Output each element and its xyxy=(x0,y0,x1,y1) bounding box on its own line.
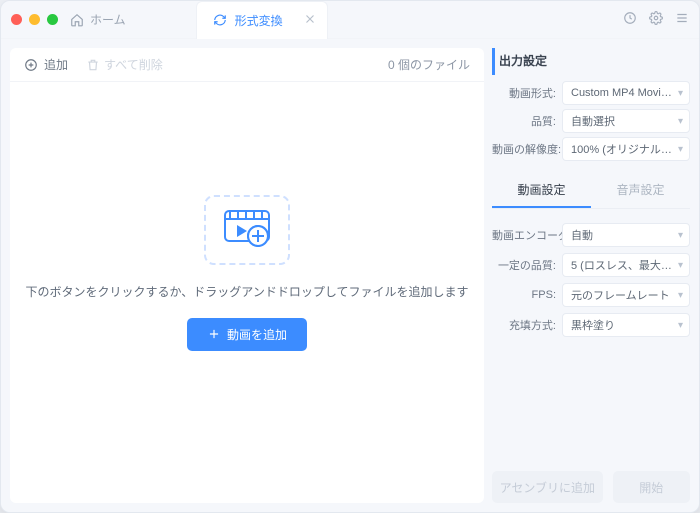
plus-icon xyxy=(207,327,221,341)
add-file-button[interactable]: 追加 xyxy=(24,56,68,73)
window-controls xyxy=(11,14,58,25)
chevron-down-icon: ▾ xyxy=(678,230,683,241)
delete-all-label: すべて削除 xyxy=(104,56,163,73)
subtab-video[interactable]: 動画設定 xyxy=(492,181,591,208)
maximize-window-button[interactable] xyxy=(47,14,58,25)
menu-button[interactable] xyxy=(675,11,689,28)
tab-format-convert[interactable]: 形式変換 xyxy=(196,1,328,39)
video-settings-group: 動画エンコーダ: 自動 ▾ 一定の品質: 5 (ロスレス、最大サ... ▾ FP… xyxy=(492,221,690,339)
plus-circle-icon xyxy=(24,58,38,72)
output-settings-title: 出力設定 xyxy=(492,48,690,75)
add-video-label: 動画を追加 xyxy=(227,326,287,343)
const-quality-label: 一定の品質: xyxy=(492,257,562,273)
settings-button[interactable] xyxy=(649,11,663,28)
fps-label: FPS: xyxy=(492,289,562,301)
resolution-label: 動画の解像度: xyxy=(492,141,562,157)
encoder-select[interactable]: 自動 ▾ xyxy=(562,223,690,247)
titlebar: ホーム 形式変換 xyxy=(1,1,699,39)
encoder-value: 自動 xyxy=(571,227,593,243)
tabbar: 形式変換 xyxy=(196,1,623,39)
encoder-label: 動画エンコーダ: xyxy=(492,227,562,243)
start-button[interactable]: 開始 xyxy=(613,471,690,503)
video-format-label: 動画形式: xyxy=(492,85,562,101)
refresh-icon xyxy=(213,13,227,27)
chevron-down-icon: ▾ xyxy=(678,320,683,331)
home-link[interactable]: ホーム xyxy=(70,11,126,28)
row-encoder: 動画エンコーダ: 自動 ▾ xyxy=(492,221,690,249)
dropzone[interactable]: 下のボタンをクリックするか、ドラッグアンドドロップしてファイルを追加します 動画… xyxy=(10,82,484,503)
chevron-down-icon: ▾ xyxy=(678,260,683,271)
trash-icon xyxy=(86,58,100,72)
chevron-down-icon: ▾ xyxy=(678,88,683,99)
close-window-button[interactable] xyxy=(11,14,22,25)
quality-label: 品質: xyxy=(492,113,562,129)
gear-icon xyxy=(649,11,663,25)
chevron-down-icon: ▾ xyxy=(678,290,683,301)
row-video-format: 動画形式: Custom MP4 Movie(... ▾ xyxy=(492,79,690,107)
quality-select[interactable]: 自動選択 ▾ xyxy=(562,109,690,133)
row-quality: 品質: 自動選択 ▾ xyxy=(492,107,690,135)
add-file-label: 追加 xyxy=(44,56,68,73)
chevron-down-icon: ▾ xyxy=(678,116,683,127)
file-count: 0 個のファイル xyxy=(388,56,470,73)
file-toolbar: 追加 すべて削除 0 個のファイル xyxy=(10,48,484,82)
sidebar: 出力設定 動画形式: Custom MP4 Movie(... ▾ 品質: 自動… xyxy=(492,48,690,503)
fill-value: 黒枠塗り xyxy=(571,317,615,333)
tab-label: 形式変換 xyxy=(235,12,283,29)
dropzone-hint: 下のボタンをクリックするか、ドラッグアンドドロップしてファイルを追加します xyxy=(26,283,469,300)
fill-label: 充填方式: xyxy=(492,317,562,333)
resolution-select[interactable]: 100% (オリジナルア... ▾ xyxy=(562,137,690,161)
row-const-quality: 一定の品質: 5 (ロスレス、最大サ... ▾ xyxy=(492,251,690,279)
delete-all-button[interactable]: すべて削除 xyxy=(86,56,163,73)
body: 追加 すべて削除 0 個のファイル xyxy=(1,39,699,512)
fps-select[interactable]: 元のフレームレート ▾ xyxy=(562,283,690,307)
home-icon xyxy=(70,13,84,27)
history-button[interactable] xyxy=(623,11,637,28)
quality-value: 自動選択 xyxy=(571,113,615,129)
menu-icon xyxy=(675,11,689,25)
video-format-select[interactable]: Custom MP4 Movie(... ▾ xyxy=(562,81,690,105)
minimize-window-button[interactable] xyxy=(29,14,40,25)
app-window: ホーム 形式変換 xyxy=(0,0,700,513)
subtab-audio[interactable]: 音声設定 xyxy=(591,181,690,208)
resolution-value: 100% (オリジナルア... xyxy=(571,141,674,157)
add-video-button[interactable]: 動画を追加 xyxy=(187,318,307,351)
row-fill: 充填方式: 黒枠塗り ▾ xyxy=(492,311,690,339)
add-to-assembly-button[interactable]: アセンブリに追加 xyxy=(492,471,603,503)
close-icon xyxy=(303,12,317,26)
chevron-down-icon: ▾ xyxy=(678,144,683,155)
sidebar-footer: アセンブリに追加 開始 xyxy=(492,457,690,503)
tab-close-button[interactable] xyxy=(303,12,317,29)
const-quality-select[interactable]: 5 (ロスレス、最大サ... ▾ xyxy=(562,253,690,277)
video-format-value: Custom MP4 Movie(... xyxy=(571,87,674,99)
row-resolution: 動画の解像度: 100% (オリジナルア... ▾ xyxy=(492,135,690,163)
const-quality-value: 5 (ロスレス、最大サ... xyxy=(571,257,674,273)
fps-value: 元のフレームレート xyxy=(571,287,670,303)
main-panel: 追加 すべて削除 0 個のファイル xyxy=(10,48,484,503)
film-add-icon xyxy=(204,195,290,265)
fill-select[interactable]: 黒枠塗り ▾ xyxy=(562,313,690,337)
settings-subtabs: 動画設定 音声設定 xyxy=(492,181,690,209)
row-fps: FPS: 元のフレームレート ▾ xyxy=(492,281,690,309)
clock-icon xyxy=(623,11,637,25)
home-label: ホーム xyxy=(90,11,126,28)
